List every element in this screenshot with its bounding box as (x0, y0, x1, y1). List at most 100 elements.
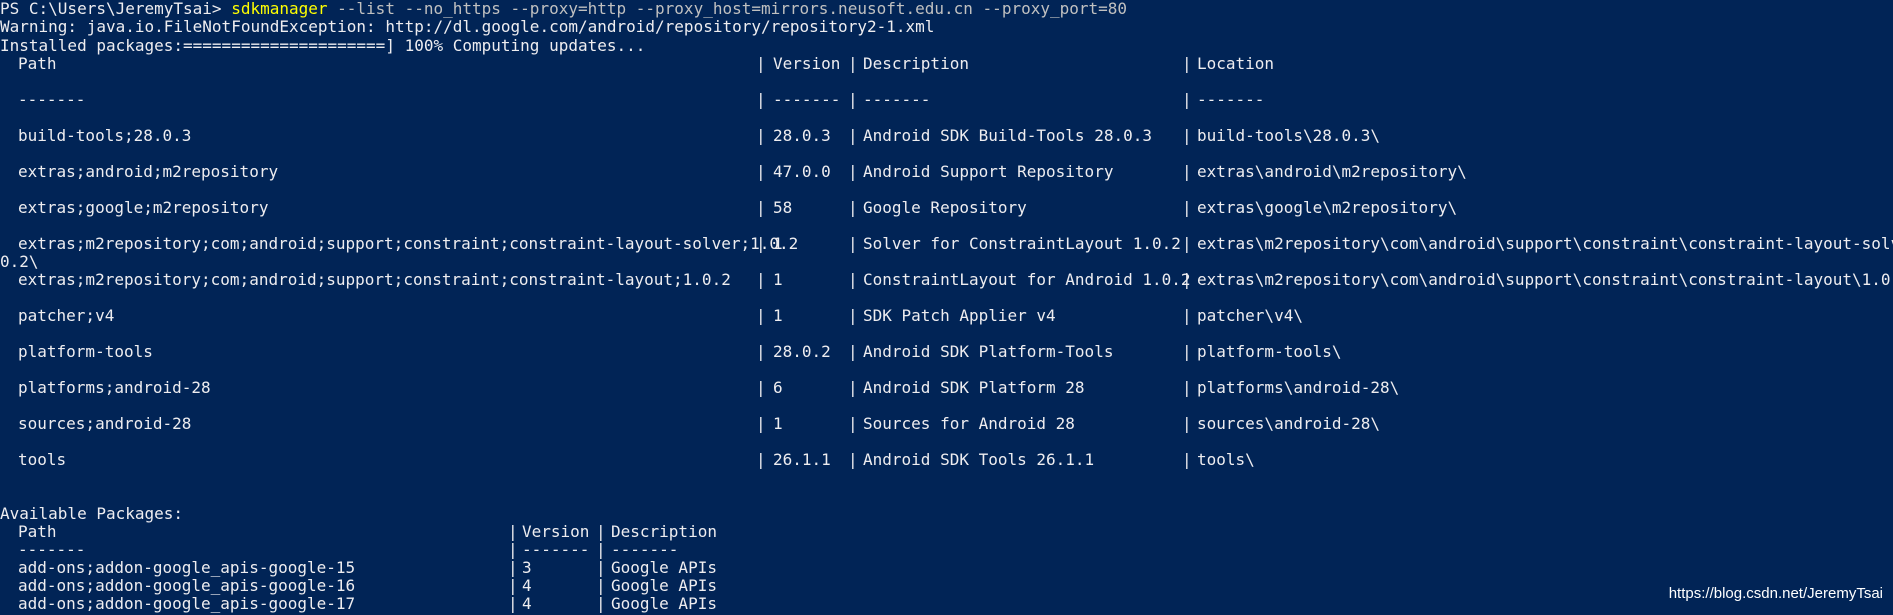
package-path: sources;android-28 (18, 414, 192, 433)
powershell-terminal[interactable]: PS C:\Users\JeremyTsai> sdkmanager --lis… (0, 0, 1893, 615)
package-version: 1 (773, 270, 783, 289)
column-separator: | (848, 414, 858, 433)
column-separator: | (596, 594, 606, 613)
package-description: Android Support Repository (863, 162, 1114, 181)
column-separator: | (848, 270, 858, 289)
package-location: extras\google\m2repository\ (1197, 198, 1458, 217)
package-location: patcher\v4\ (1197, 306, 1303, 325)
progress-line: Installed packages:=====================… (0, 36, 646, 55)
package-path: platform-tools (18, 342, 153, 361)
package-location: extras\android\m2repository\ (1197, 162, 1467, 181)
package-description: SDK Patch Applier v4 (863, 306, 1056, 325)
column-separator: | (1182, 342, 1192, 361)
package-description: Android SDK Tools 26.1.1 (863, 450, 1095, 469)
package-version: 1 (773, 306, 783, 325)
column-separator: | (756, 306, 766, 325)
package-version: 4 (522, 594, 532, 613)
package-version: 47.0.0 (773, 162, 831, 181)
divider: ------- (18, 90, 86, 109)
column-separator: | (1182, 90, 1192, 109)
installed-header-description: Description (863, 54, 969, 73)
installed-header-row: Path | Version | Description | Location (0, 55, 1893, 73)
table-row: platforms;android-28 | 6 | Android SDK P… (0, 379, 1893, 397)
column-separator: | (1182, 450, 1192, 469)
package-path: extras;m2repository;com;android;support;… (18, 234, 799, 253)
package-path: extras;m2repository;com;android;support;… (18, 270, 731, 289)
column-separator: | (756, 450, 766, 469)
package-location: extras\m2repository\com\android\support\… (1197, 270, 1893, 289)
table-row: add-ons;addon-google_apis-google-16 | 4 … (0, 577, 1893, 595)
available-header-description: Description (611, 522, 717, 541)
installed-header-location: Location (1197, 54, 1275, 73)
column-separator: | (1182, 198, 1192, 217)
column-separator: | (756, 162, 766, 181)
package-version: 6 (773, 378, 783, 397)
package-path: extras;google;m2repository (18, 198, 269, 217)
package-path: add-ons;addon-google_apis-google-16 (18, 576, 356, 595)
column-separator: | (848, 342, 858, 361)
package-description: Google APIs (611, 576, 717, 595)
table-row: sources;android-28 | 1 | Sources for And… (0, 415, 1893, 433)
warning-line: Warning: java.io.FileNotFoundException: … (0, 17, 935, 36)
column-separator: | (1182, 54, 1192, 73)
package-path: patcher;v4 (18, 306, 115, 325)
package-version: 58 (773, 198, 793, 217)
column-separator: | (1182, 414, 1192, 433)
available-header-version: Version (522, 522, 590, 541)
column-separator: | (1182, 306, 1192, 325)
column-separator: | (848, 378, 858, 397)
available-divider-row: ------- | ------- | ------- (0, 541, 1893, 559)
table-row: extras;android;m2repository | 47.0.0 | A… (0, 163, 1893, 181)
package-path: platforms;android-28 (18, 378, 211, 397)
column-separator: | (596, 522, 606, 541)
package-description: Android SDK Build-Tools 28.0.3 (863, 126, 1152, 145)
package-path: add-ons;addon-google_apis-google-15 (18, 558, 356, 577)
column-separator: | (848, 198, 858, 217)
column-separator: | (508, 522, 518, 541)
column-separator: | (848, 126, 858, 145)
divider: ------- (1197, 90, 1265, 109)
package-path: add-ons;addon-google_apis-google-17 (18, 594, 356, 613)
package-description: Google Repository (863, 198, 1027, 217)
command-args: --list --no_https --proxy=http --proxy_h… (327, 0, 1128, 18)
column-separator: | (1182, 234, 1192, 253)
table-row: platform-tools | 28.0.2 | Android SDK Pl… (0, 343, 1893, 361)
package-path: build-tools;28.0.3 (18, 126, 192, 145)
column-separator: | (596, 558, 606, 577)
package-description: Android SDK Platform 28 (863, 378, 1085, 397)
package-description: Google APIs (611, 558, 717, 577)
package-version: 26.1.1 (773, 450, 831, 469)
divider: ------- (18, 540, 86, 559)
table-row: extras;m2repository;com;android;support;… (0, 235, 1893, 253)
column-separator: | (756, 90, 766, 109)
installed-header-version: Version (773, 54, 841, 73)
package-path: tools (18, 450, 67, 469)
package-description: Sources for Android 28 (863, 414, 1075, 433)
table-row: extras;m2repository;com;android;support;… (0, 271, 1893, 289)
package-location: build-tools\28.0.3\ (1197, 126, 1381, 145)
column-separator: | (848, 90, 858, 109)
package-path: extras;android;m2repository (18, 162, 279, 181)
watermark: https://blog.csdn.net/JeremyTsai (1668, 585, 1883, 602)
command-name: sdkmanager (231, 0, 328, 18)
table-row: build-tools;28.0.3 | 28.0.3 | Android SD… (0, 127, 1893, 145)
package-location: sources\android-28\ (1197, 414, 1381, 433)
package-version: 4 (522, 576, 532, 595)
column-separator: | (848, 54, 858, 73)
column-separator: | (756, 378, 766, 397)
package-location: platforms\android-28\ (1197, 378, 1400, 397)
column-separator: | (1182, 270, 1192, 289)
column-separator: | (756, 414, 766, 433)
column-separator: | (756, 270, 766, 289)
column-separator: | (1182, 162, 1192, 181)
divider: ------- (611, 540, 679, 559)
package-location: extras\m2repository\com\android\support\… (1197, 234, 1893, 253)
column-separator: | (1182, 378, 1192, 397)
column-separator: | (508, 540, 518, 559)
package-location: tools\ (1197, 450, 1255, 469)
available-header-row: Path | Version | Description (0, 523, 1893, 541)
prompt: PS C:\Users\JeremyTsai> (0, 0, 232, 18)
column-separator: | (596, 540, 606, 559)
wrapped-line-continuation: 0.2\ (0, 252, 39, 271)
table-row: add-ons;addon-google_apis-google-15 | 3 … (0, 559, 1893, 577)
